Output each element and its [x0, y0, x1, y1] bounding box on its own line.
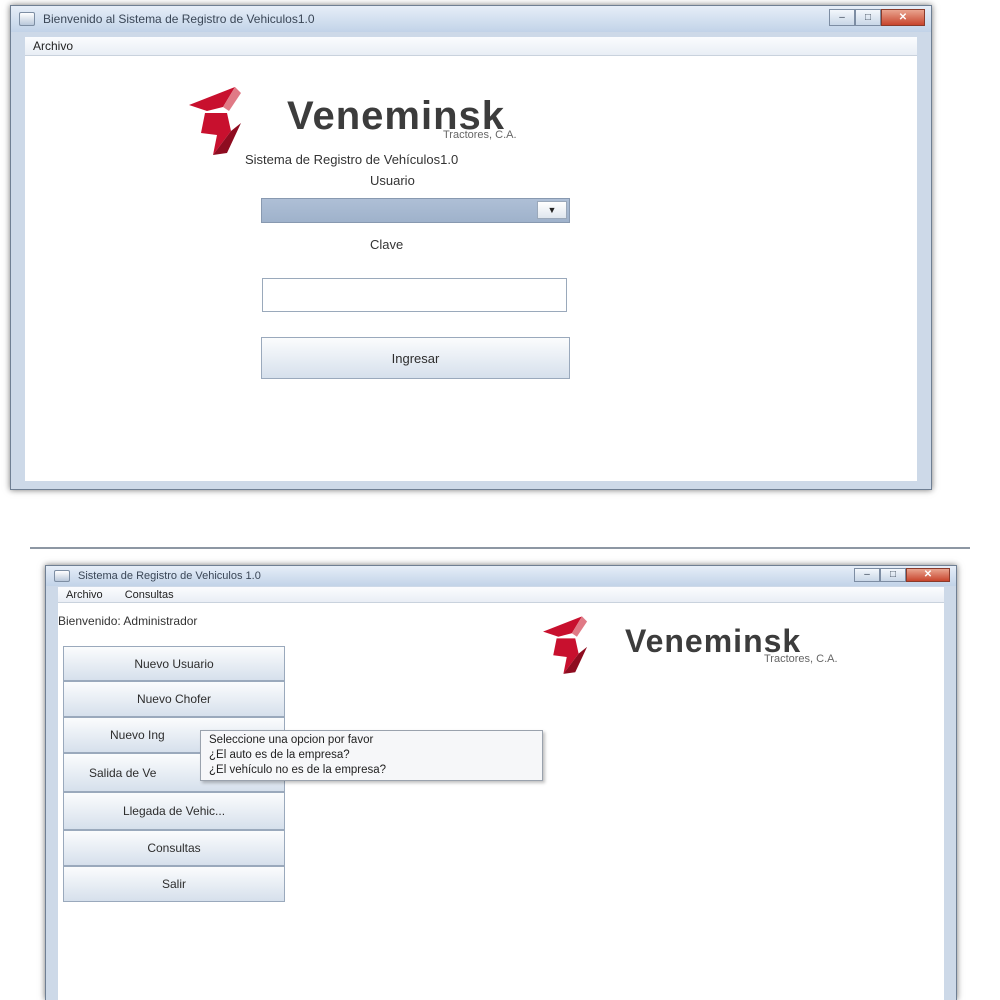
- menu-bar: Archivo: [25, 37, 917, 56]
- login-panel: Veneminsk Tractores, C.A. Sistema de Reg…: [25, 56, 917, 481]
- login-titlebar[interactable]: Bienvenido al Sistema de Registro de Veh…: [11, 6, 931, 32]
- ingresar-button[interactable]: Ingresar: [261, 337, 570, 379]
- popup-option-external-vehicle[interactable]: ¿El vehículo no es de la empresa?: [201, 763, 542, 778]
- popup-option-company-car[interactable]: ¿El auto es de la empresa?: [201, 748, 542, 763]
- brand-subtitle: Tractores, C.A.: [764, 653, 838, 665]
- nuevo-usuario-button[interactable]: Nuevo Usuario: [63, 646, 285, 681]
- nuevo-chofer-button[interactable]: Nuevo Chofer: [63, 681, 285, 717]
- menu-consultas[interactable]: Consultas: [125, 589, 174, 601]
- popup-prompt: Seleccione una opcion por favor: [209, 734, 374, 746]
- java-app-icon: [19, 12, 35, 26]
- main-titlebar[interactable]: Sistema de Registro de Vehiculos 1.0 – □…: [46, 566, 956, 586]
- separator-line: [30, 547, 970, 549]
- consultas-button[interactable]: Consultas: [63, 830, 285, 866]
- menu-archivo[interactable]: Archivo: [33, 39, 73, 53]
- chevron-down-icon[interactable]: ▼: [537, 201, 567, 219]
- welcome-label: Bienvenido: Administrador: [58, 614, 198, 628]
- close-button[interactable]: ✕: [881, 9, 925, 26]
- minimize-button[interactable]: –: [829, 9, 855, 26]
- minimize-button[interactable]: –: [854, 568, 880, 582]
- maximize-button[interactable]: □: [880, 568, 906, 582]
- brand-subtitle: Tractores, C.A.: [443, 129, 517, 141]
- user-label: Usuario: [370, 173, 415, 188]
- salir-button[interactable]: Salir: [63, 866, 285, 902]
- window-title: Sistema de Registro de Vehiculos 1.0: [78, 570, 261, 582]
- java-app-icon: [54, 570, 70, 582]
- password-field[interactable]: [262, 278, 567, 312]
- veneminsk-logo-mark: [543, 616, 588, 674]
- veneminsk-logo-mark: [189, 87, 241, 155]
- maximize-button[interactable]: □: [855, 9, 881, 26]
- user-select[interactable]: ▼: [261, 198, 570, 223]
- login-window: Bienvenido al Sistema de Registro de Veh…: [10, 5, 932, 490]
- close-button[interactable]: ✕: [906, 568, 950, 582]
- menu-bar: Archivo Consultas: [58, 587, 944, 603]
- option-popup: Seleccione una opcion por favor ¿El auto…: [200, 730, 543, 781]
- main-panel: Bienvenido: Administrador Veneminsk Trac…: [58, 603, 944, 1000]
- window-title: Bienvenido al Sistema de Registro de Veh…: [43, 12, 315, 26]
- system-name-label: Sistema de Registro de Vehículos1.0: [245, 152, 459, 167]
- llegada-vehiculo-button[interactable]: Llegada de Vehic...: [63, 792, 285, 830]
- menu-archivo[interactable]: Archivo: [66, 589, 103, 601]
- password-label: Clave: [370, 237, 404, 252]
- main-window: Sistema de Registro de Vehiculos 1.0 – □…: [45, 565, 957, 1000]
